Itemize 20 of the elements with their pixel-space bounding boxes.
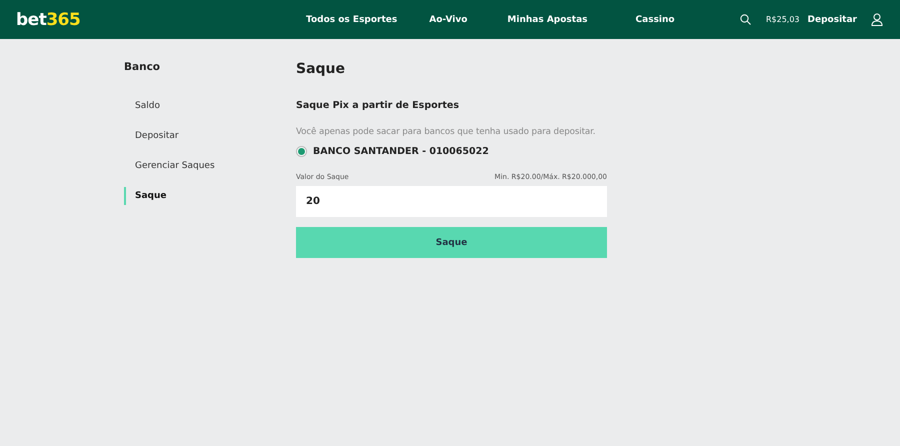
nav-link[interactable]: Todos os Esportes [306, 14, 398, 24]
logo[interactable]: bet365 [16, 10, 306, 30]
amount-input[interactable]: 20 [296, 186, 607, 217]
nav-link[interactable]: Minhas Apostas [507, 14, 588, 24]
page-title: Saque [296, 61, 346, 77]
balance: R$25,03 [766, 15, 800, 24]
section-title: Saque Pix a partir de Esportes [296, 100, 460, 111]
sidebar-item[interactable]: Depositar [124, 127, 296, 145]
radio-button[interactable] [296, 146, 307, 157]
withdraw-button[interactable]: Saque [296, 227, 607, 258]
nav-link[interactable]: Cassino [636, 14, 675, 24]
sidebar-item[interactable]: Saldo [124, 97, 296, 115]
search-icon[interactable] [740, 14, 751, 25]
bank-label: BANCO SANTANDER - 010065022 [313, 146, 489, 157]
sidebar-item[interactable]: Gerenciar Saques [124, 157, 296, 175]
info-text: Você apenas pode sacar para bancos que tenha usado para depositar. [296, 127, 596, 137]
nav-link[interactable]: Ao-Vivo [429, 14, 468, 24]
sidebar-title: Banco [124, 61, 162, 73]
deposit-link[interactable]: Depositar [808, 14, 857, 24]
user-icon[interactable] [871, 13, 883, 26]
